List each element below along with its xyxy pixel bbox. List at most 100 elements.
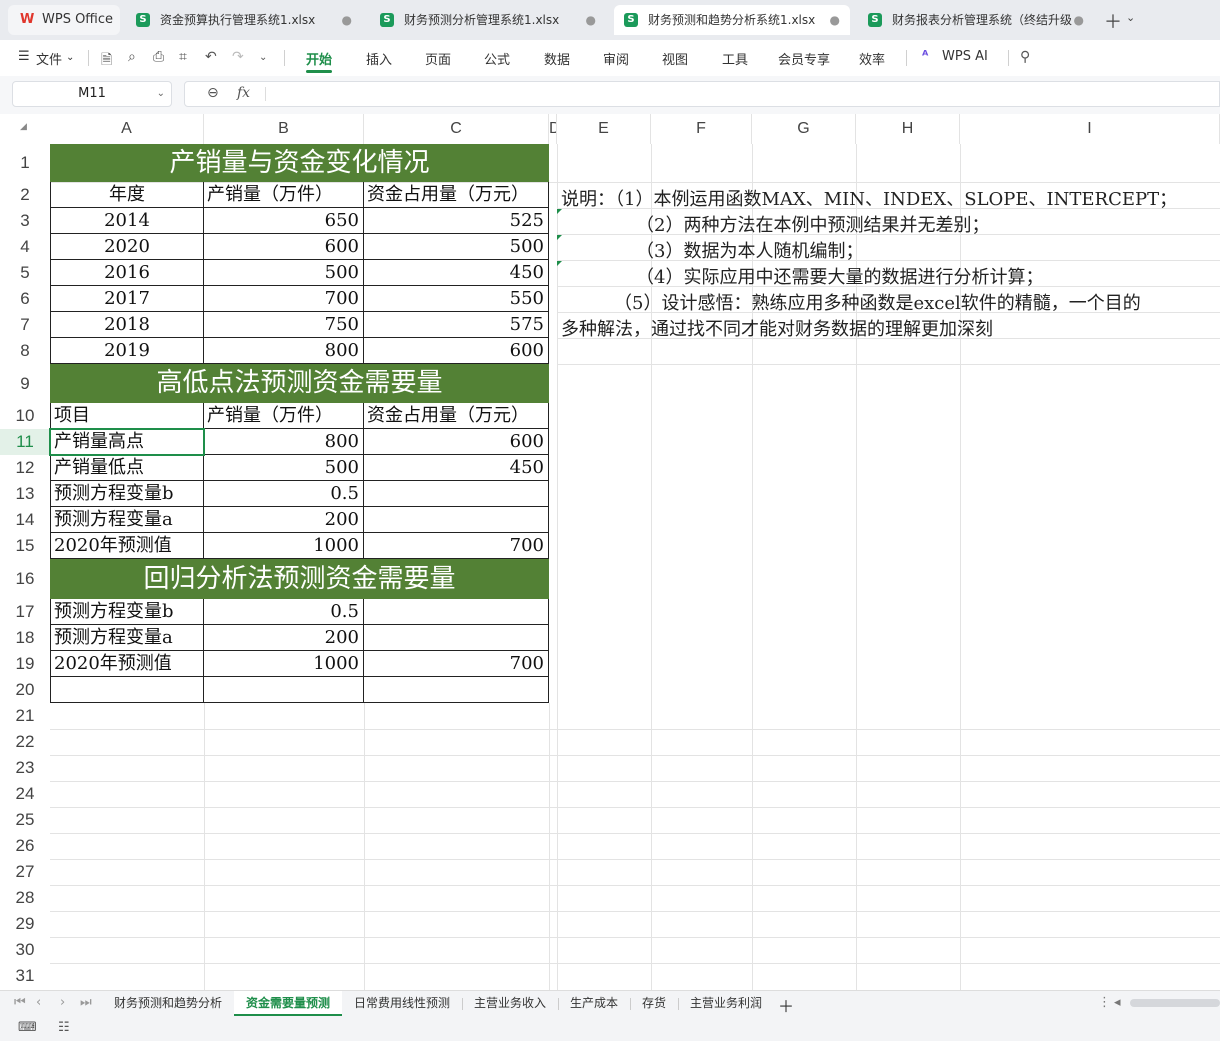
table3-item[interactable]: 预测方程变量b — [50, 599, 204, 625]
wps-home-tab[interactable]: W WPS Office — [8, 5, 120, 35]
row-header[interactable]: 29 — [0, 911, 50, 937]
table2-capital[interactable]: 450 — [364, 455, 549, 481]
row-header[interactable]: 27 — [0, 859, 50, 885]
table1-capital[interactable]: 500 — [364, 234, 549, 260]
table1-capital[interactable]: 575 — [364, 312, 549, 338]
ribbon-tab-review[interactable]: 审阅 — [603, 49, 629, 68]
column-header-b[interactable]: B — [204, 114, 364, 144]
tab-close-icon[interactable]: ● — [586, 5, 596, 35]
tab-close-icon[interactable]: ● — [342, 5, 352, 35]
ribbon-tab-efficiency[interactable]: 效率 — [859, 49, 885, 68]
prev-sheet-icon[interactable]: ‹ — [36, 995, 41, 1010]
sheet-tab[interactable]: 主营业务收入 — [464, 991, 556, 1016]
table2-item[interactable]: 2020年预测值 — [50, 533, 204, 559]
table2-volume[interactable]: 0.5 — [204, 481, 364, 507]
chevron-down-icon[interactable]: ⌄ — [1126, 11, 1135, 24]
tab-close-icon[interactable]: ● — [830, 5, 840, 35]
sheet-tab[interactable]: 主营业务利润 — [680, 991, 772, 1016]
row-header[interactable]: 26 — [0, 833, 50, 859]
file-tab-4[interactable]: S 财务报表分析管理系统（终结升级 ● — [858, 5, 1094, 35]
row-header[interactable]: 10 — [0, 403, 50, 429]
wps-ai-button[interactable]: WPS AI — [942, 49, 988, 64]
sheet-tab[interactable]: 生产成本 — [560, 991, 628, 1016]
print-icon[interactable]: ⎙ — [153, 49, 164, 65]
sheet-tab[interactable]: 日常费用线性预测 — [344, 991, 460, 1016]
table2-header-item[interactable]: 项目 — [50, 403, 204, 429]
row-header[interactable]: 31 — [0, 963, 50, 989]
column-header-i[interactable]: I — [960, 114, 1220, 144]
spreadsheet-grid[interactable]: ◢ A B C D E F G H I 1 2 3 4 5 6 7 8 9 10… — [0, 114, 1220, 990]
row-header[interactable]: 7 — [0, 312, 50, 338]
chevron-down-icon[interactable]: ⌄ — [259, 52, 267, 63]
row-header[interactable]: 24 — [0, 781, 50, 807]
empty-cell[interactable] — [204, 677, 364, 703]
name-box[interactable]: M11 ⌄ — [12, 81, 172, 107]
table2-capital[interactable] — [364, 481, 549, 507]
table2-header-volume[interactable]: 产销量（万件） — [204, 403, 364, 429]
row-header[interactable]: 13 — [0, 481, 50, 507]
table3-item[interactable]: 2020年预测值 — [50, 651, 204, 677]
row-header[interactable]: 6 — [0, 286, 50, 312]
new-tab-icon[interactable]: ＋ — [1104, 8, 1122, 34]
table2-item[interactable]: 产销量低点 — [50, 455, 204, 481]
table1-capital[interactable]: 450 — [364, 260, 549, 286]
table1-year[interactable]: 2014 — [50, 208, 204, 234]
ribbon-tab-formula[interactable]: 公式 — [484, 49, 510, 68]
table3-capital[interactable]: 700 — [364, 651, 549, 677]
row-header[interactable]: 23 — [0, 755, 50, 781]
table1-header-capital[interactable]: 资金占用量（万元） — [364, 182, 549, 208]
file-tab-1[interactable]: S 资金预算执行管理系统1.xlsx ● — [126, 5, 362, 35]
table1-capital[interactable]: 600 — [364, 338, 549, 364]
column-header-g[interactable]: G — [752, 114, 856, 144]
sheet-tab-active[interactable]: 资金需要量预测 — [234, 991, 342, 1016]
row-header[interactable]: 5 — [0, 260, 50, 286]
table3-volume[interactable]: 0.5 — [204, 599, 364, 625]
select-all-icon[interactable]: ◢ — [20, 122, 27, 132]
add-sheet-icon[interactable]: ＋ — [778, 993, 794, 1017]
table1-volume[interactable]: 800 — [204, 338, 364, 364]
row-header[interactable]: 12 — [0, 455, 50, 481]
row-header[interactable]: 28 — [0, 885, 50, 911]
table2-header-capital[interactable]: 资金占用量（万元） — [364, 403, 549, 429]
empty-cell[interactable] — [50, 677, 204, 703]
row-header[interactable]: 1 — [0, 144, 50, 182]
table1-header-year[interactable]: 年度 — [50, 182, 204, 208]
table2-capital[interactable]: 600 — [364, 429, 549, 455]
table1-volume[interactable]: 600 — [204, 234, 364, 260]
chevron-down-icon[interactable]: ⌄ — [157, 82, 165, 106]
ribbon-tab-page[interactable]: 页面 — [425, 49, 451, 68]
zoom-icon[interactable]: ⊖ — [207, 85, 219, 101]
view-mode-icon[interactable]: ☷ — [58, 1020, 70, 1035]
table3-item[interactable]: 预测方程变量a — [50, 625, 204, 651]
row-header[interactable]: 19 — [0, 651, 50, 677]
row-header[interactable]: 16 — [0, 559, 50, 599]
section-title-1[interactable]: 产销量与资金变化情况 — [50, 144, 549, 182]
row-header[interactable]: 8 — [0, 338, 50, 364]
row-header[interactable]: 18 — [0, 625, 50, 651]
column-header-c[interactable]: C — [364, 114, 549, 144]
table3-capital[interactable] — [364, 625, 549, 651]
first-sheet-icon[interactable]: ⏮ — [14, 995, 26, 1010]
table1-volume[interactable]: 700 — [204, 286, 364, 312]
table2-item[interactable]: 预测方程变量b — [50, 481, 204, 507]
table1-year[interactable]: 2020 — [50, 234, 204, 260]
row-header[interactable]: 3 — [0, 208, 50, 234]
table2-volume[interactable]: 1000 — [204, 533, 364, 559]
table1-volume[interactable]: 500 — [204, 260, 364, 286]
row-header[interactable]: 20 — [0, 677, 50, 703]
column-header-d[interactable]: D — [549, 114, 557, 144]
table1-year[interactable]: 2017 — [50, 286, 204, 312]
sheet-tab[interactable]: 存货 — [632, 991, 676, 1016]
ribbon-tab-home[interactable]: 开始 — [306, 49, 332, 68]
ribbon-tab-view[interactable]: 视图 — [662, 49, 688, 68]
next-sheet-icon[interactable]: › — [60, 995, 65, 1010]
row-header[interactable]: 2 — [0, 182, 50, 208]
search-icon[interactable]: ⚲ — [1020, 49, 1030, 65]
chevron-down-icon[interactable]: ⌄ — [66, 52, 74, 63]
ribbon-tab-data[interactable]: 数据 — [544, 49, 570, 68]
formula-input[interactable]: ⊖ fx — [184, 81, 1220, 107]
last-sheet-icon[interactable]: ⏭ — [80, 995, 92, 1010]
row-header[interactable]: 22 — [0, 729, 50, 755]
format-painter-icon[interactable]: ⌕ — [128, 49, 136, 65]
section-title-2[interactable]: 高低点法预测资金需要量 — [50, 364, 549, 403]
